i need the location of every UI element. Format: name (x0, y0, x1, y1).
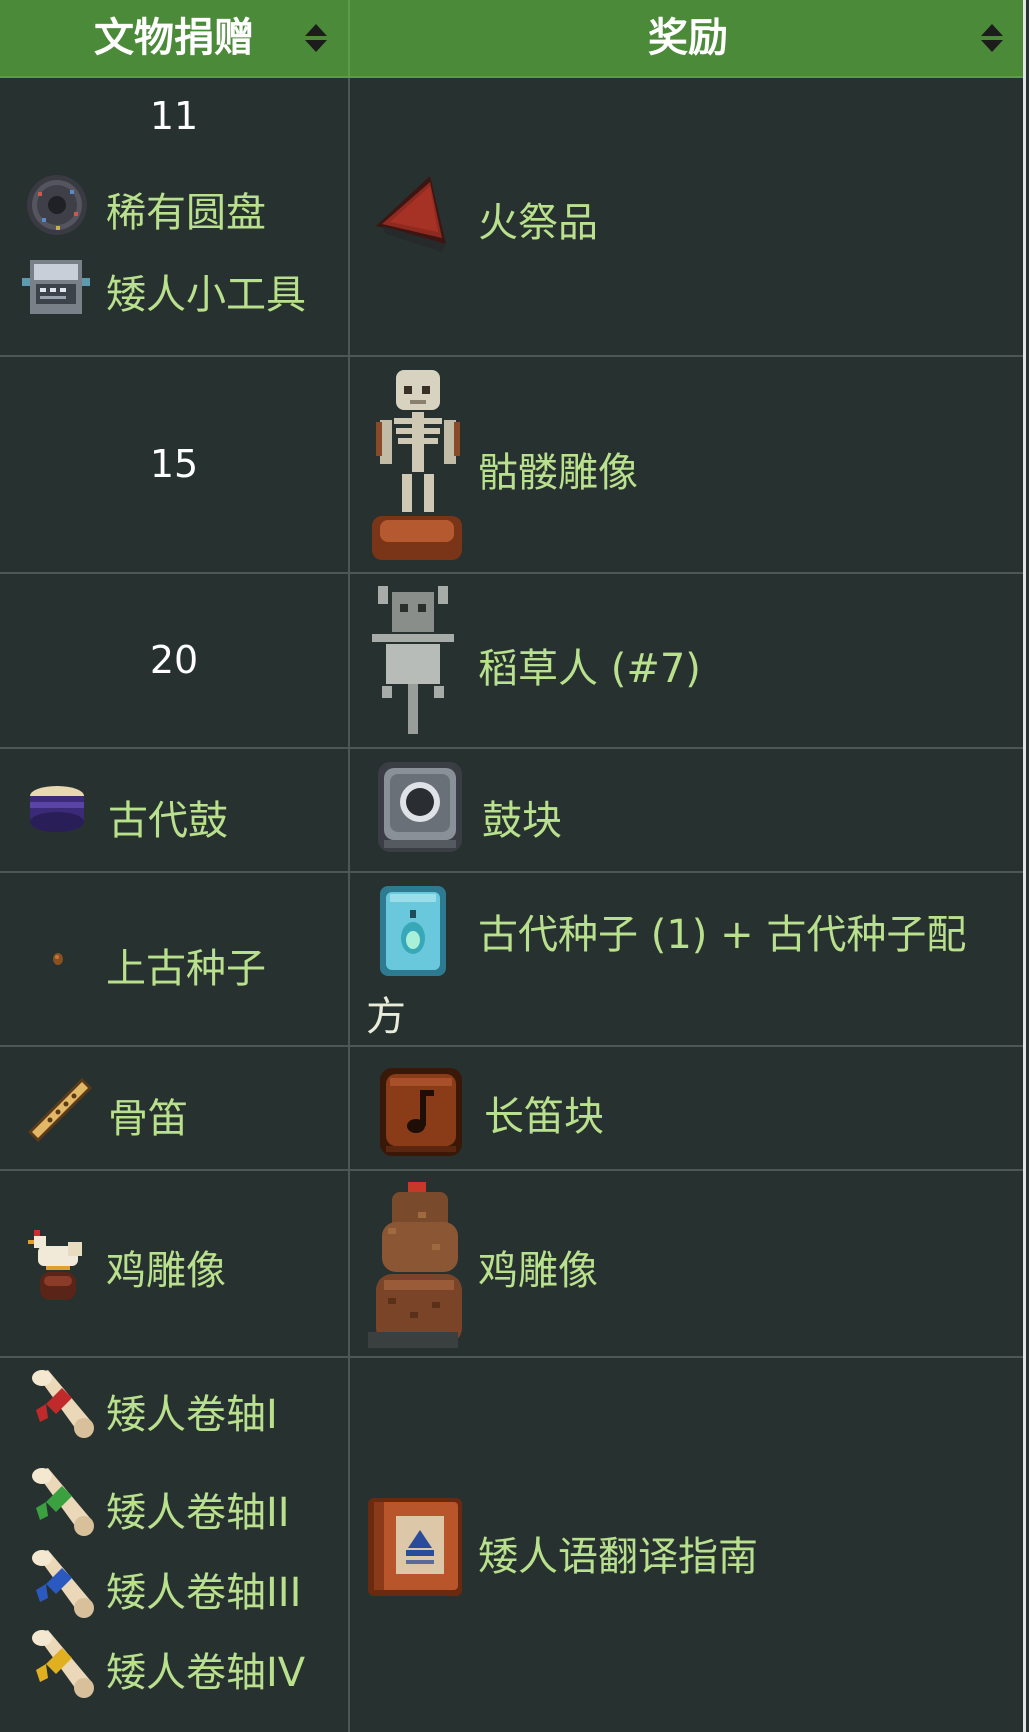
donation-link-dwarf-scroll-4[interactable]: 矮人卷轴IV (106, 1640, 305, 1698)
donation-link-dwarf-gadget[interactable]: 矮人小工具 (106, 262, 306, 320)
row-divider (0, 572, 1026, 574)
dwarf-scroll-1-icon (32, 1370, 94, 1438)
fire-offering-icon (376, 176, 446, 252)
reward-link-ancient-seeds[interactable]: 古代种子 (1) + 古代种子配 (478, 902, 966, 960)
donation-link-dwarf-scroll-2[interactable]: 矮人卷轴II (106, 1480, 290, 1538)
table-right-border (1023, 0, 1026, 1732)
row-divider (0, 1356, 1026, 1358)
table-header: 文物捐赠 奖励 (0, 0, 1026, 78)
flute-block-icon (380, 1068, 462, 1156)
reward-link-scarecrow[interactable]: 稻草人 (#7) (478, 636, 701, 694)
sort-rewards-icon[interactable] (981, 24, 1003, 54)
dwarf-scroll-3-icon (32, 1550, 94, 1618)
donation-link-ancient-seed[interactable]: 上古种子 (106, 936, 266, 994)
sort-donations-icon[interactable] (305, 24, 327, 54)
rare-disc-icon (27, 175, 87, 235)
row-divider (0, 747, 1026, 749)
chicken-statue-large-icon (368, 1182, 462, 1348)
drum-block-icon (378, 762, 462, 852)
row-divider (0, 1169, 1026, 1171)
reward-link-flute-block[interactable]: 长笛块 (484, 1084, 604, 1142)
skeleton-statue-icon (372, 370, 462, 560)
column-header-rewards-label: 奖励 (648, 15, 728, 61)
reward-link-chicken-statue[interactable]: 鸡雕像 (478, 1238, 598, 1296)
reward-link-fire-offering[interactable]: 火祭品 (478, 190, 598, 248)
reward-link-ancient-seeds-wrap[interactable]: 方 (366, 984, 406, 1042)
column-divider (348, 78, 350, 1732)
dwarvish-translation-guide-icon (368, 1498, 462, 1596)
ancient-seed-icon (53, 953, 63, 965)
ancient-drum-icon (30, 786, 84, 832)
donation-count: 20 (149, 638, 199, 682)
donation-link-rare-disc[interactable]: 稀有圆盘 (106, 180, 266, 238)
donation-link-dwarf-scroll-3[interactable]: 矮人卷轴III (106, 1560, 301, 1618)
scarecrow-icon (372, 586, 454, 734)
donation-link-dwarf-scroll-1[interactable]: 矮人卷轴I (106, 1382, 278, 1440)
donation-link-ancient-drum[interactable]: 古代鼓 (108, 788, 228, 846)
row-divider (0, 871, 1026, 873)
row-divider (0, 1045, 1026, 1047)
reward-link-dwarvish-translation-guide[interactable]: 矮人语翻译指南 (478, 1524, 758, 1582)
dwarf-scroll-4-icon (32, 1630, 94, 1698)
bone-flute-icon (28, 1078, 92, 1142)
column-header-donations-label: 文物捐赠 (94, 15, 254, 61)
column-header-rewards[interactable]: 奖励 (350, 0, 1026, 76)
donation-link-bone-flute[interactable]: 骨笛 (108, 1086, 188, 1144)
museum-rewards-table: 文物捐赠 奖励 11 稀有圆盘 矮人小工具 火祭品 15 骷髅雕像 20 稻草人… (0, 0, 1026, 1732)
dwarf-scroll-2-icon (32, 1468, 94, 1536)
reward-link-skeleton-statue[interactable]: 骷髅雕像 (478, 440, 638, 498)
dwarf-gadget-icon (22, 260, 90, 314)
chicken-statue-icon (28, 1230, 82, 1300)
donation-link-chicken-statue[interactable]: 鸡雕像 (106, 1238, 226, 1296)
row-divider (0, 355, 1026, 357)
donation-count: 11 (149, 94, 199, 138)
donation-count: 15 (149, 442, 199, 486)
ancient-seed-packet-icon (380, 886, 446, 976)
column-header-donations[interactable]: 文物捐赠 (0, 0, 348, 76)
reward-link-drum-block[interactable]: 鼓块 (482, 788, 562, 846)
